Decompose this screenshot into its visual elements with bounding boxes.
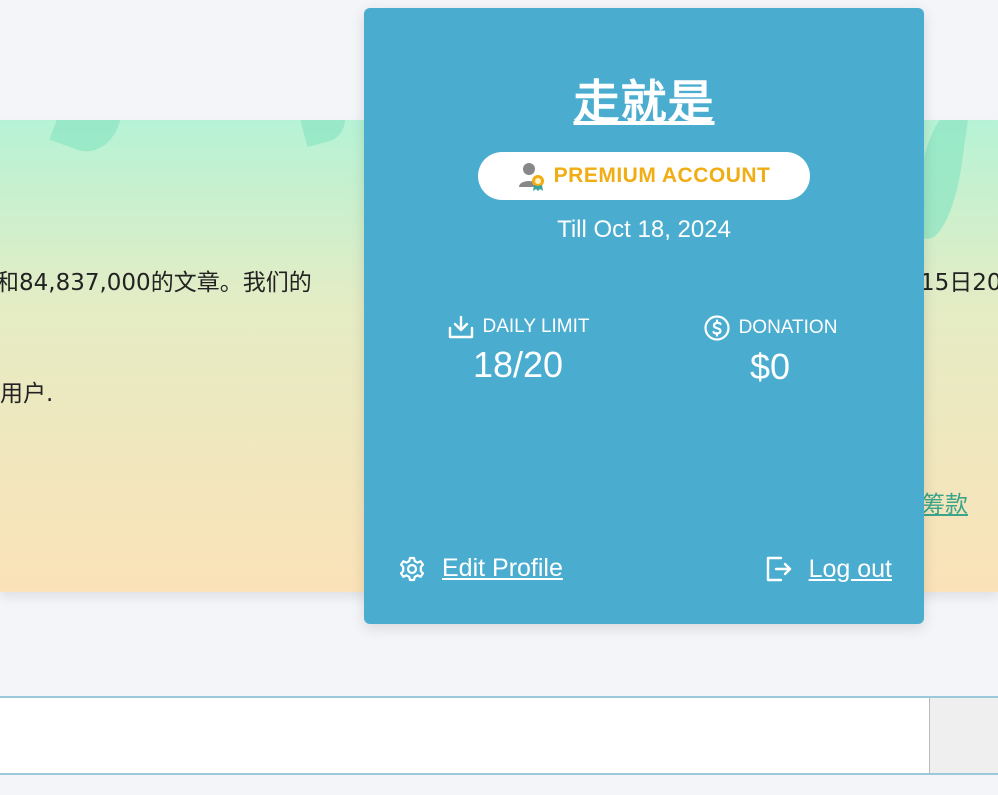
username-link[interactable]: 走就是	[364, 66, 924, 132]
edit-profile-label: Edit Profile	[442, 554, 563, 582]
search-input[interactable]	[0, 698, 929, 773]
premium-badge: PREMIUM ACCOUNT	[478, 152, 810, 200]
banner-text-line1-right: 15日20	[920, 270, 998, 296]
daily-limit-stat: DAILY LIMIT 18/20	[408, 314, 628, 386]
donation-value: $0	[749, 346, 791, 387]
donation-stat: DONATION $0	[660, 314, 880, 388]
badge-label: PREMIUM ACCOUNT	[553, 164, 771, 187]
leaf-decoration	[294, 120, 351, 147]
edit-profile-link[interactable]: Edit Profile	[398, 554, 563, 583]
leaf-decoration	[49, 120, 131, 161]
dollar-circle-icon	[703, 314, 731, 342]
user-award-icon	[518, 161, 546, 191]
search-button[interactable]	[929, 698, 998, 773]
search-bar	[0, 696, 998, 775]
donate-link[interactable]: 筹款	[922, 485, 968, 519]
banner-text-line1: 和84,837,000的文章。我们的	[0, 270, 312, 296]
daily-limit-value: 18/20	[472, 344, 564, 385]
donation-label: DONATION	[738, 317, 838, 338]
download-icon	[447, 314, 475, 340]
daily-limit-label: DAILY LIMIT	[482, 316, 590, 337]
banner-text-line2: 用户.	[0, 381, 54, 407]
account-popup: 走就是 PREMIUM ACCOUNT Till Oct 18, 2024 DA…	[364, 8, 924, 624]
logout-link[interactable]: Log out	[765, 554, 892, 584]
logout-label: Log out	[808, 554, 892, 583]
logout-icon	[765, 554, 793, 584]
premium-expiry: Till Oct 18, 2024	[557, 216, 731, 243]
gear-icon	[398, 555, 426, 583]
